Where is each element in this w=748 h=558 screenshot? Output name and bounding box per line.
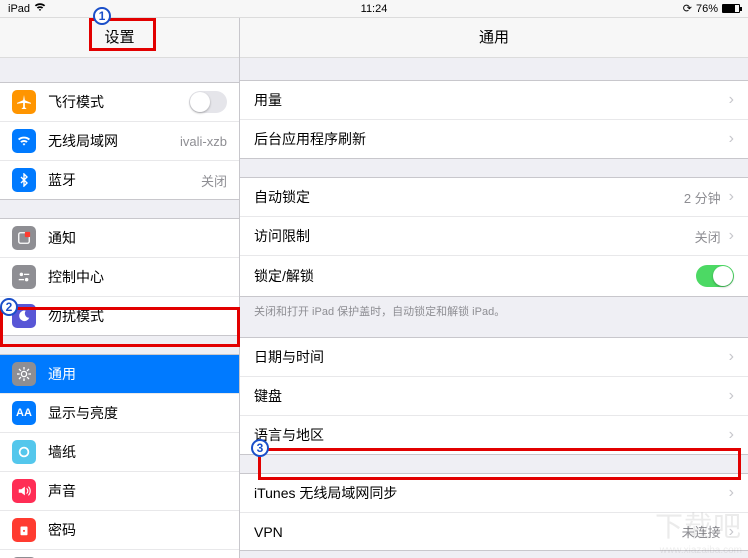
sidebar-item-pw[interactable]: 密码: [0, 511, 239, 550]
battery-pct: 76%: [696, 3, 718, 15]
sidebar-item-label: 蓝牙: [48, 170, 189, 190]
gear-icon: [12, 362, 36, 386]
dnd-icon: [12, 304, 36, 328]
sidebar-item-label: 墙纸: [48, 442, 227, 462]
wall-icon: [12, 440, 36, 464]
sidebar-item-dnd[interactable]: 勿扰模式: [0, 297, 239, 335]
row-用量[interactable]: 用量›: [240, 81, 748, 120]
sidebar-item-cc[interactable]: 控制中心: [0, 258, 239, 297]
chevron-right-icon: ›: [729, 484, 734, 502]
aa-icon: AA: [12, 401, 36, 425]
chevron-right-icon: ›: [729, 227, 734, 245]
wifi-icon: [12, 129, 36, 153]
wifi-icon: [34, 3, 46, 15]
toggle[interactable]: [189, 91, 227, 113]
row-value: 未连接: [682, 522, 721, 541]
sidebar-item-label: 声音: [48, 481, 227, 501]
row-访问限制[interactable]: 访问限制关闭 ›: [240, 217, 748, 256]
row-label: VPN: [254, 524, 682, 540]
row-label: iTunes 无线局域网同步: [254, 483, 729, 503]
sidebar-item-wifi[interactable]: 无线局域网 ivali-xzb: [0, 122, 239, 161]
bt-icon: [12, 168, 36, 192]
row-label: 用量: [254, 90, 729, 110]
cc-icon: [12, 265, 36, 289]
sidebar-item-gear[interactable]: 通用: [0, 355, 239, 394]
row-后台应用程序刷新[interactable]: 后台应用程序刷新›: [240, 120, 748, 158]
chevron-right-icon: ›: [729, 348, 734, 366]
chevron-right-icon: ›: [729, 188, 734, 206]
sidebar-item-label: 显示与亮度: [48, 403, 227, 423]
row-日期与时间[interactable]: 日期与时间›: [240, 338, 748, 377]
airplane-icon: [12, 90, 36, 114]
carrier-label: iPad: [8, 3, 30, 15]
sidebar-item-label: 无线局域网: [48, 131, 168, 151]
toggle[interactable]: [696, 265, 734, 287]
sidebar: 设置 飞行模式无线局域网 ivali-xzb 蓝牙关闭通知控制中心勿扰模式通用 AA 显…: [0, 18, 240, 558]
chevron-right-icon: ›: [729, 91, 734, 109]
chevron-right-icon: ›: [729, 387, 734, 405]
sidebar-item-aa[interactable]: AA 显示与亮度: [0, 394, 239, 433]
sidebar-item-value: 关闭: [201, 171, 227, 190]
row-键盘[interactable]: 键盘›: [240, 377, 748, 416]
main-panel: 通用 用量›后台应用程序刷新›自动锁定2 分钟›访问限制关闭›锁定/解锁关闭和打…: [240, 18, 748, 558]
sidebar-item-label: 飞行模式: [48, 92, 177, 112]
sidebar-item-label: 勿扰模式: [48, 306, 227, 326]
sidebar-item-label: 通用: [48, 364, 227, 384]
sidebar-item-label: 控制中心: [48, 267, 227, 287]
row-自动锁定[interactable]: 自动锁定2 分钟 ›: [240, 178, 748, 217]
row-label: 键盘: [254, 386, 729, 406]
chevron-right-icon: ›: [729, 130, 734, 148]
notif-icon: [12, 226, 36, 250]
row-语言与地区[interactable]: 语言与地区›: [240, 416, 748, 454]
status-bar: iPad 11:24 ⟳ 76%: [0, 0, 748, 18]
sidebar-item-wall[interactable]: 墙纸: [0, 433, 239, 472]
main-title: 通用: [240, 18, 748, 58]
row-value: 2 分钟: [684, 188, 721, 207]
sound-icon: [12, 479, 36, 503]
row-VPN[interactable]: VPN未连接 ›: [240, 513, 748, 550]
sidebar-item-bt[interactable]: 蓝牙关闭: [0, 161, 239, 199]
clock: 11:24: [248, 3, 500, 15]
row-value: 关闭: [695, 227, 721, 246]
sidebar-item-notif[interactable]: 通知: [0, 219, 239, 258]
row-label: 语言与地区: [254, 425, 729, 445]
sidebar-item-label: 通知: [48, 228, 227, 248]
sidebar-item-sound[interactable]: 声音: [0, 472, 239, 511]
chevron-right-icon: ›: [729, 523, 734, 541]
row-label: 后台应用程序刷新: [254, 129, 729, 149]
chevron-right-icon: ›: [729, 426, 734, 444]
orientation-lock-icon: ⟳: [683, 2, 692, 15]
sidebar-item-value: ivali-xzb: [180, 134, 227, 149]
row-label: 自动锁定: [254, 187, 684, 207]
row-锁定/解锁[interactable]: 锁定/解锁: [240, 256, 748, 296]
sidebar-item-priv[interactable]: 隐私: [0, 550, 239, 558]
row-label: 访问限制: [254, 226, 695, 246]
sidebar-item-label: 密码: [48, 520, 227, 540]
battery-icon: [722, 4, 740, 13]
row-iTunes 无线局域网同步[interactable]: iTunes 无线局域网同步›: [240, 474, 748, 513]
pw-icon: [12, 518, 36, 542]
sidebar-title: 设置: [0, 18, 239, 58]
row-label: 日期与时间: [254, 347, 729, 367]
row-label: 锁定/解锁: [254, 266, 696, 286]
group-footnote: 关闭和打开 iPad 保护盖时，自动锁定和解锁 iPad。: [240, 297, 748, 319]
sidebar-item-airplane[interactable]: 飞行模式: [0, 83, 239, 122]
